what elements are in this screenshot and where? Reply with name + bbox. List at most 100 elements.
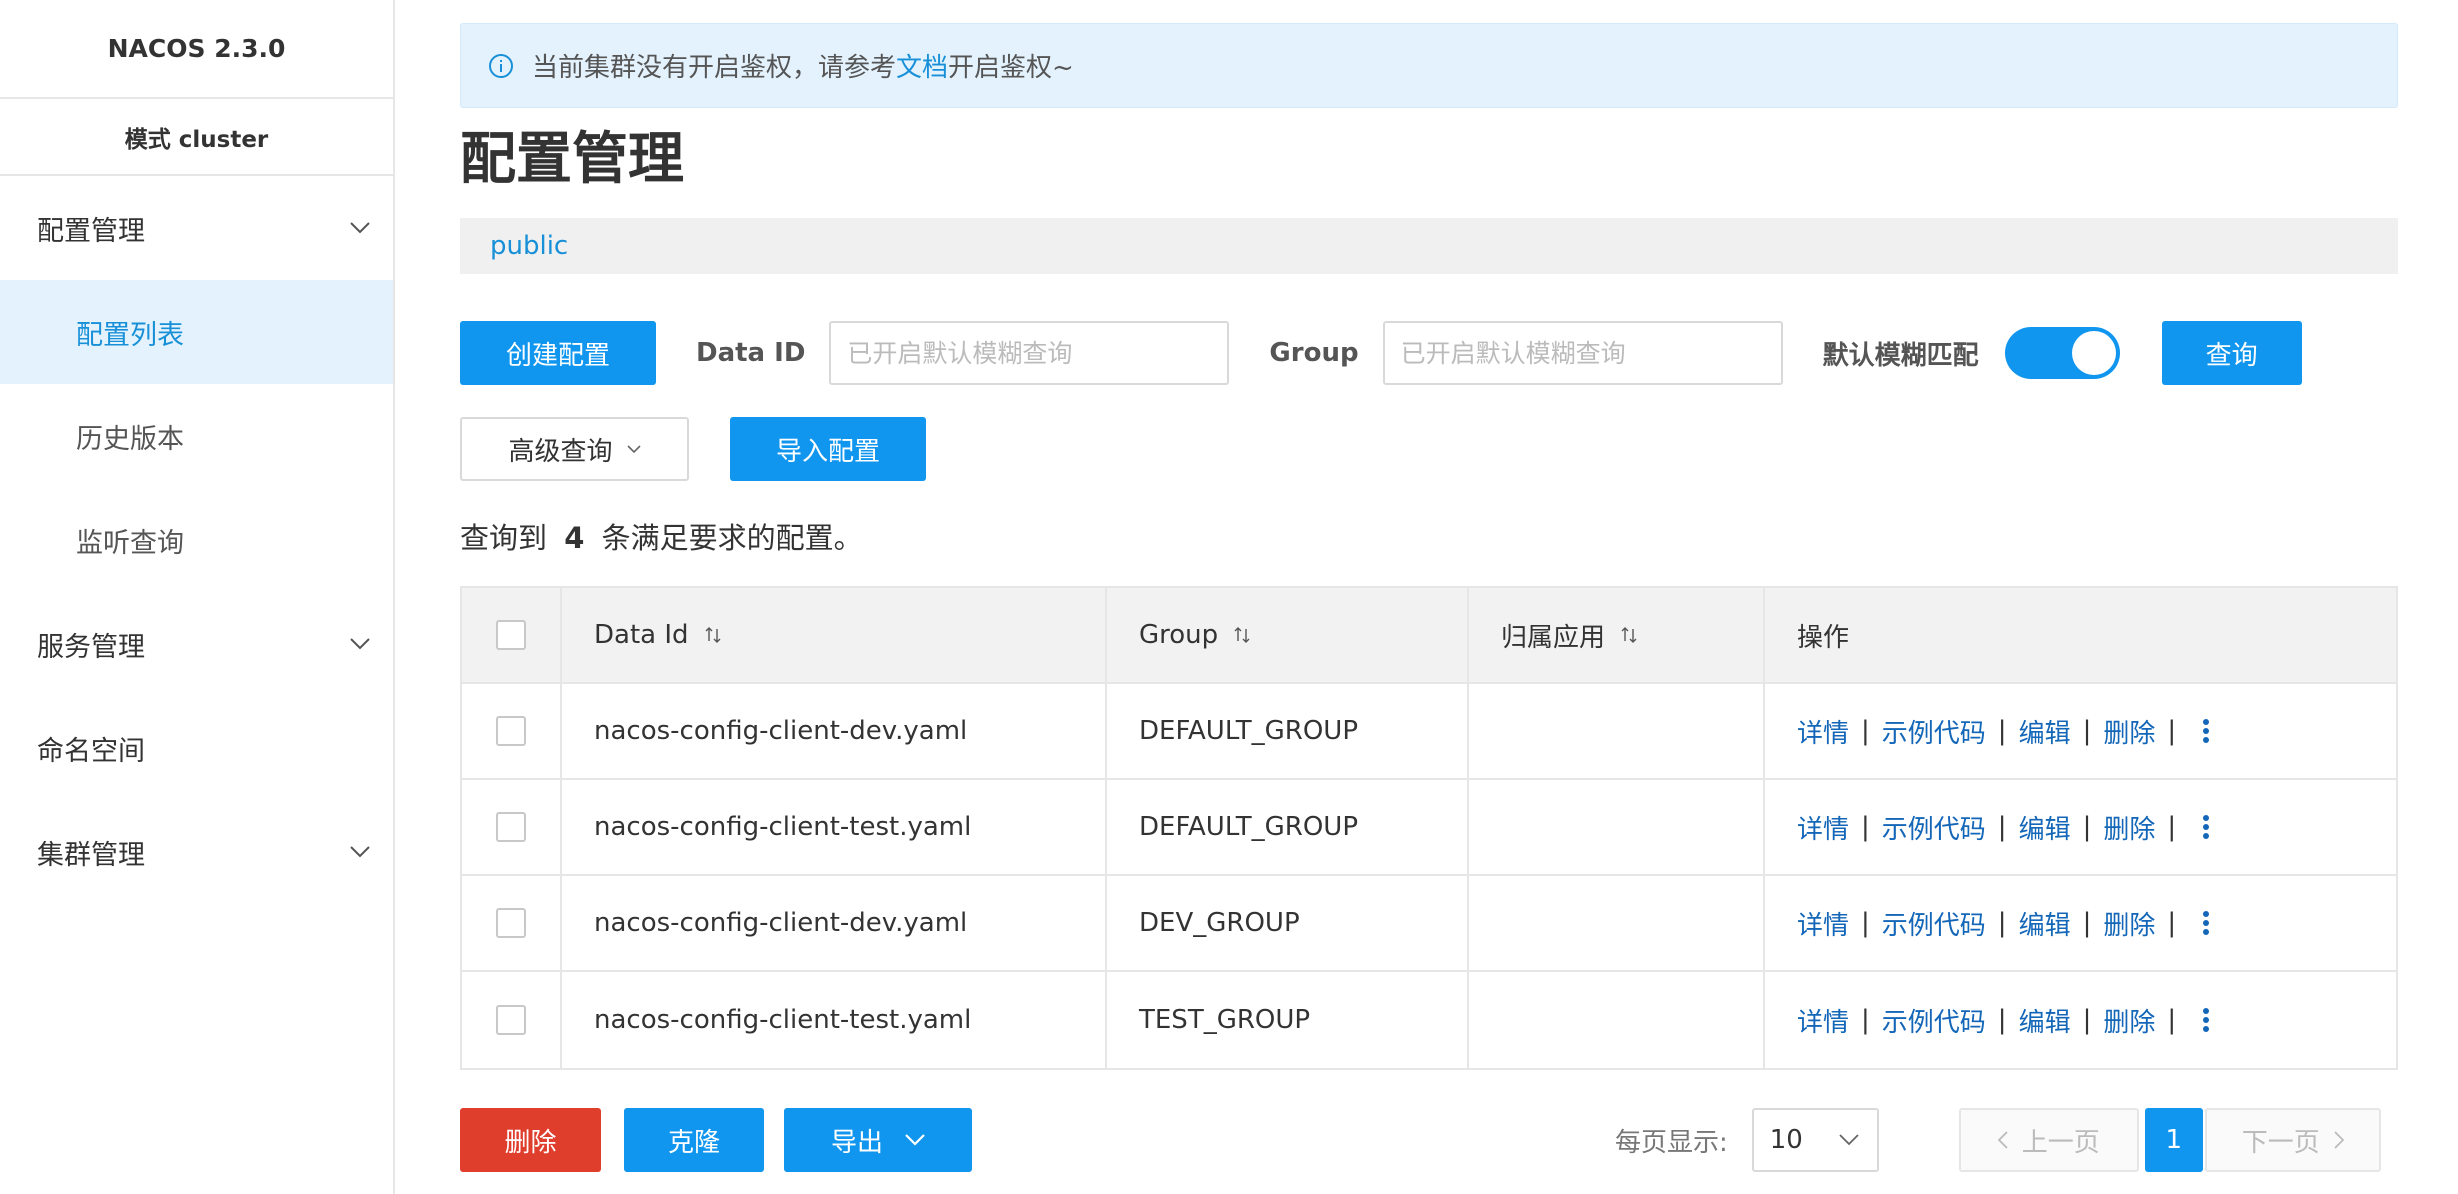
create-config-button[interactable]: 创建配置 [460, 321, 656, 385]
sidebar-item-listener[interactable]: 监听查询 [0, 488, 393, 592]
cell-data-id: nacos-config-client-test.yaml [562, 780, 1107, 874]
row-checkbox[interactable] [496, 812, 526, 842]
row-checkbox[interactable] [496, 1005, 526, 1035]
config-table: Data Id Group 归属应用 操作 nacos-config-clien… [460, 586, 2398, 1070]
cell-app [1469, 876, 1765, 970]
row-checkbox[interactable] [496, 716, 526, 746]
sample-code-link[interactable]: 示例代码 [1882, 1002, 1986, 1039]
fuzzy-match-toggle[interactable] [2004, 327, 2120, 379]
prev-page-button[interactable]: 上一页 [1958, 1108, 2139, 1172]
group-input[interactable] [1382, 321, 1783, 385]
edit-link[interactable]: 编辑 [2019, 905, 2071, 942]
column-data-id[interactable]: Data Id [562, 588, 1107, 682]
action-separator: | [1861, 1005, 1870, 1035]
export-label: 导出 [830, 1127, 883, 1158]
result-summary: 查询到 4 条满足要求的配置。 [460, 515, 863, 557]
delete-link[interactable]: 删除 [2103, 905, 2155, 942]
action-separator: | [2167, 1005, 2177, 1035]
table-row: nacos-config-client-dev.yaml DEV_GROUP 详… [462, 876, 2396, 972]
more-vertical-icon[interactable] [2202, 718, 2210, 744]
namespace-tab-public[interactable]: public [490, 231, 568, 261]
search-toolbar: 创建配置 Data ID Group 默认模糊匹配 查询 [460, 321, 2398, 385]
sidebar-group-cluster[interactable]: 集群管理 [0, 800, 393, 904]
chevron-right-icon [2334, 1131, 2344, 1149]
result-suffix: 条满足要求的配置。 [601, 521, 863, 555]
edit-link[interactable]: 编辑 [2019, 713, 2071, 750]
column-actions: 操作 [1765, 588, 2396, 682]
chevron-down-icon [1839, 1134, 1859, 1146]
notice-text-after: 开启鉴权~ [948, 53, 1074, 83]
action-separator: | [1861, 812, 1870, 842]
sidebar-item-config-list[interactable]: 配置列表 [0, 280, 393, 384]
chevron-down-icon [349, 841, 371, 863]
sidebar-group-config[interactable]: 配置管理 [0, 176, 393, 280]
sort-icon[interactable] [705, 626, 721, 644]
sidebar-group-service[interactable]: 服务管理 [0, 592, 393, 696]
cell-group: TEST_GROUP [1107, 972, 1469, 1068]
column-label: 操作 [1797, 622, 1850, 653]
action-separator: | [2082, 812, 2092, 842]
prev-page-label: 上一页 [2021, 1127, 2100, 1158]
cell-actions: 详情 | 示例代码 | 编辑 | 删除 | [1765, 876, 2396, 970]
action-separator: | [2082, 908, 2092, 938]
more-vertical-icon[interactable] [2202, 1007, 2210, 1033]
chevron-down-icon [349, 633, 371, 655]
column-group[interactable]: Group [1107, 588, 1469, 682]
more-vertical-icon[interactable] [2202, 910, 2210, 936]
action-separator: | [1997, 716, 2007, 746]
row-checkbox-cell [462, 972, 562, 1068]
auth-notice: 当前集群没有开启鉴权，请参考 文档 开启鉴权~ [460, 23, 2398, 108]
query-button[interactable]: 查询 [2161, 321, 2302, 385]
sort-icon[interactable] [1621, 626, 1637, 644]
batch-delete-button[interactable]: 删除 [460, 1108, 601, 1172]
action-separator: | [2082, 716, 2092, 746]
clone-button[interactable]: 克隆 [624, 1108, 764, 1172]
sidebar-group-label: 集群管理 [37, 839, 145, 871]
sidebar: NACOS 2.3.0 模式 cluster 配置管理 配置列表 历史版本 监听… [0, 0, 395, 1194]
detail-link[interactable]: 详情 [1797, 713, 1849, 750]
page-number-current[interactable]: 1 [2144, 1108, 2203, 1172]
detail-link[interactable]: 详情 [1797, 1002, 1849, 1039]
page-size-select[interactable]: 10 [1751, 1108, 1879, 1172]
group-label: Group [1269, 338, 1359, 368]
chevron-down-icon [905, 1134, 925, 1146]
export-dropdown[interactable]: 导出 [784, 1108, 972, 1172]
sample-code-link[interactable]: 示例代码 [1882, 905, 1986, 942]
column-label: Data Id [594, 620, 689, 650]
sidebar-group-namespace[interactable]: 命名空间 [0, 696, 393, 800]
cell-data-id: nacos-config-client-dev.yaml [562, 876, 1107, 970]
sort-icon[interactable] [1234, 626, 1250, 644]
main-content: 当前集群没有开启鉴权，请参考 文档 开启鉴权~ 配置管理 public 创建配置… [460, 23, 2398, 1172]
select-all-checkbox[interactable] [496, 620, 526, 650]
edit-link[interactable]: 编辑 [2019, 809, 2071, 846]
namespace-bar: public [460, 218, 2398, 274]
advanced-query-dropdown[interactable]: 高级查询 [460, 417, 689, 481]
delete-link[interactable]: 删除 [2103, 713, 2155, 750]
detail-link[interactable]: 详情 [1797, 809, 1849, 846]
row-checkbox[interactable] [496, 908, 526, 938]
detail-link[interactable]: 详情 [1797, 905, 1849, 942]
result-prefix: 查询到 [460, 521, 548, 555]
column-app[interactable]: 归属应用 [1469, 588, 1765, 682]
chevron-left-icon [1997, 1131, 2008, 1149]
cell-app [1469, 972, 1765, 1068]
next-page-button[interactable]: 下一页 [2204, 1108, 2381, 1172]
fuzzy-match-label: 默认模糊匹配 [1822, 340, 1979, 371]
table-footer: 删除 克隆 导出 每页显示: 10 上一页 1 下一页 [460, 1108, 2398, 1172]
row-checkbox-cell [462, 684, 562, 778]
action-separator: | [1997, 812, 2007, 842]
notice-doc-link[interactable]: 文档 [896, 47, 948, 84]
delete-link[interactable]: 删除 [2103, 1002, 2155, 1039]
brand-title: NACOS 2.3.0 [0, 0, 393, 99]
row-checkbox-cell [462, 876, 562, 970]
sample-code-link[interactable]: 示例代码 [1882, 713, 1986, 750]
delete-link[interactable]: 删除 [2103, 809, 2155, 846]
edit-link[interactable]: 编辑 [2019, 1002, 2071, 1039]
data-id-input[interactable] [829, 321, 1230, 385]
sample-code-link[interactable]: 示例代码 [1882, 809, 1986, 846]
more-vertical-icon[interactable] [2202, 814, 2210, 840]
mode-label: 模式 cluster [0, 99, 393, 176]
notice-text-before: 当前集群没有开启鉴权，请参考 [532, 53, 897, 83]
sidebar-item-history[interactable]: 历史版本 [0, 384, 393, 488]
import-config-button[interactable]: 导入配置 [730, 417, 926, 481]
